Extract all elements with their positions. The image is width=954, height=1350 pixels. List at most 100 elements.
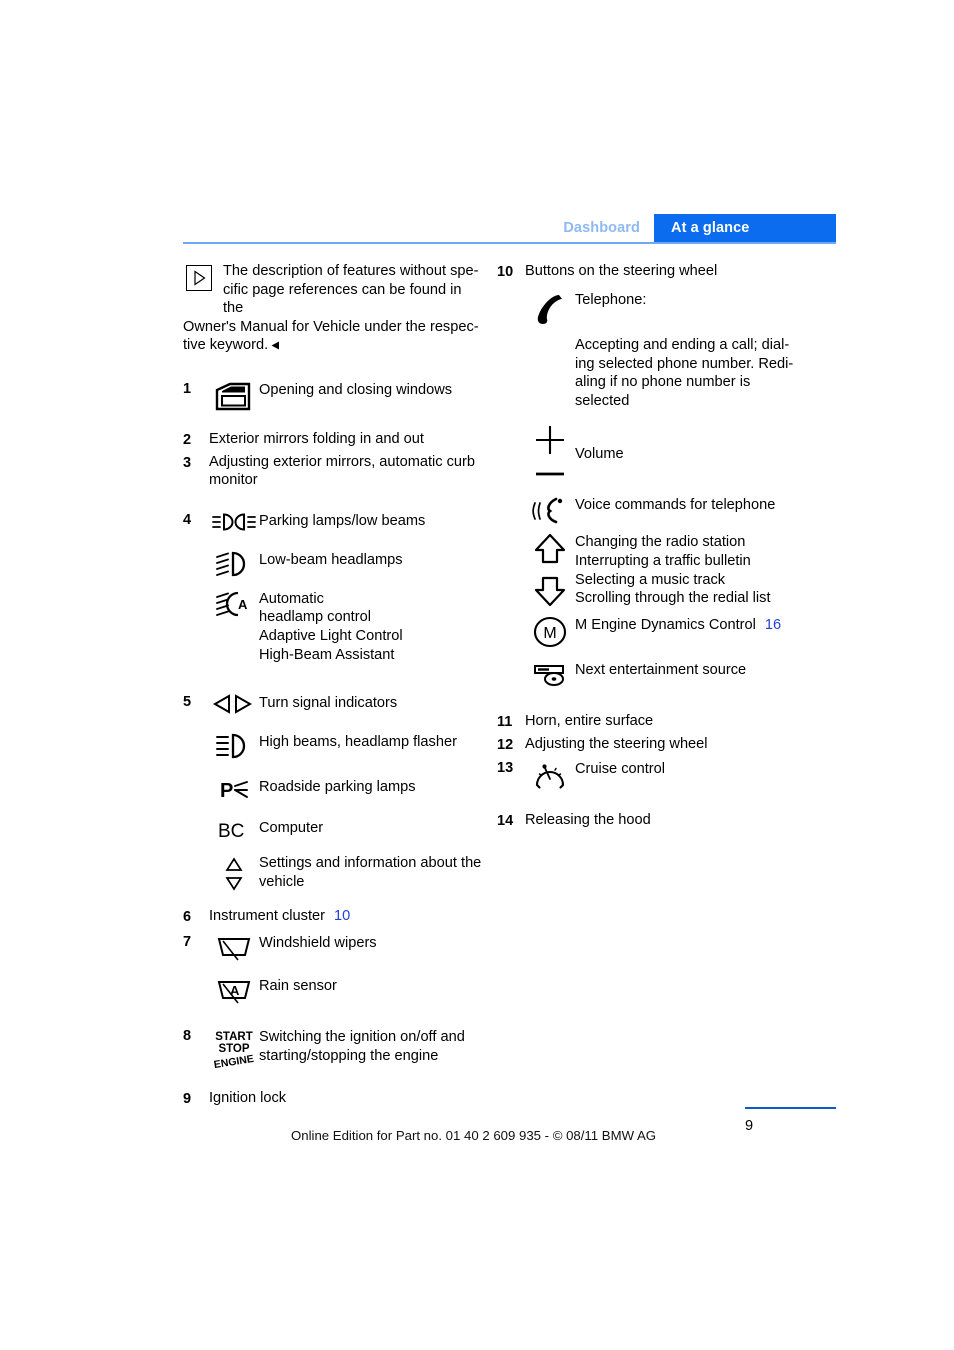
note-block: The description of features without spe-…	[183, 262, 483, 355]
sub-item-settings-info: Settings and information about the vehic…	[209, 852, 483, 893]
page-number-rule	[745, 1107, 836, 1109]
label-line-3: Selecting a music track	[575, 571, 726, 588]
sub-item-label: M Engine Dynamics Control	[575, 617, 756, 634]
item-label: Adjusting the steering wheel	[525, 736, 708, 753]
page-header: Dashboard At a glance	[183, 214, 836, 242]
page-number: 9	[745, 1118, 754, 1134]
footer-edition-text: Online Edition for Part no. 01 40 2 609 …	[291, 1128, 657, 1143]
voice-command-icon	[525, 494, 575, 525]
sub-item-label: Computer	[259, 820, 324, 837]
sub-item-label-wrap: M Engine Dynamics Control 16	[575, 614, 781, 635]
sub-item-parking-lamps: Parking lamps/low beams	[209, 510, 483, 533]
label-line-4: High-Beam Assistant	[259, 646, 395, 663]
label-line-2: vehicle	[259, 873, 305, 890]
sub-item-label: Automatic headlamp control Adaptive Ligh…	[259, 588, 403, 664]
note-marker-box	[186, 265, 212, 291]
rain-sensor-icon: A	[209, 975, 259, 1006]
sub-item-rain-sensor: A Rain sensor	[209, 975, 483, 1006]
parking-lamps-low-beams-icon	[209, 510, 259, 533]
page-reference[interactable]: 16	[765, 617, 781, 633]
left-column: The description of features without spe-…	[183, 262, 483, 1108]
sub-item-label: Changing the radio station Interrupting …	[575, 531, 771, 607]
sub-item-label: Voice commands for telephone	[575, 497, 776, 514]
up-down-triangles-icon	[209, 852, 259, 893]
label-line-2: Interrupting a traffic bulletin	[575, 552, 751, 569]
list-item-7: 7 Windshield wipers A Rain sensor	[183, 932, 483, 1006]
list-item-3: 3 Adjusting exterior mirrors, automatic …	[183, 453, 483, 490]
label-line-1: Changing the radio station	[575, 534, 746, 551]
detail-line-1: Accepting and ending a call; dial-	[575, 337, 790, 353]
svg-text:START: START	[215, 1031, 252, 1043]
breadcrumb-at-a-glance[interactable]: At a glance	[654, 214, 836, 242]
breadcrumb-dashboard[interactable]: Dashboard	[563, 214, 654, 242]
list-item-5: 5 Turn signal indicators High beams, hea…	[183, 692, 483, 893]
start-stop-engine-icon: START STOP ENGINE	[209, 1026, 259, 1069]
sub-item-label: Next entertainment source	[575, 662, 747, 679]
sub-item-label: Volume	[575, 446, 624, 463]
list-item-6: 6 Instrument cluster 10	[183, 907, 483, 926]
label-line-1: Settings and information about the	[259, 855, 482, 872]
sub-item-radio-arrows: Changing the radio station Interrupting …	[525, 531, 827, 608]
page-reference[interactable]: 10	[334, 908, 350, 924]
label-line-2: headlamp control	[259, 609, 371, 626]
label-line-3: Adaptive Light Control	[259, 627, 403, 644]
list-item-14: 14 Releasing the hood	[497, 811, 827, 830]
m-circle-icon: M	[525, 614, 575, 649]
sub-item-label: High beams, headlamp flasher	[259, 734, 457, 751]
note-line-3: Owner's Manual for Vehicle under the res…	[183, 318, 479, 335]
label-line-4: Scrolling through the redial list	[575, 590, 771, 607]
header-divider	[183, 242, 836, 244]
car-door-window-icon	[209, 379, 259, 412]
right-column: 10 Buttons on the steering wheel Telepho…	[497, 262, 827, 830]
list-item-4: 4 Parking lamps/low beams Low-beam headl…	[183, 510, 483, 664]
sub-item-telephone: Telephone:	[525, 289, 827, 330]
sub-item-computer: BC Computer	[209, 817, 483, 842]
play-triangle-icon	[194, 270, 206, 286]
item-number: 11	[497, 714, 513, 731]
list-item-9: 9 Ignition lock	[183, 1089, 483, 1108]
item-number: 5	[183, 694, 192, 711]
list-item-10: 10 Buttons on the steering wheel	[497, 262, 827, 281]
volume-plus-minus-icon	[525, 422, 575, 484]
sub-item-wipers: Windshield wipers	[209, 932, 483, 963]
item-number: 10	[497, 264, 514, 280]
svg-text:M: M	[543, 625, 556, 642]
cruise-control-gauge-icon	[525, 758, 575, 791]
sub-item-low-beam: Low-beam headlamps	[209, 549, 483, 580]
turn-signal-indicators-icon	[209, 692, 259, 715]
low-beam-headlamps-icon	[209, 549, 259, 580]
item-label-line-2: monitor	[209, 472, 258, 489]
item-number: 9	[183, 1091, 192, 1108]
sub-item-automatic-headlamp: A Automatic headlamp control Adaptive Li…	[209, 588, 483, 664]
item-label: Exterior mirrors folding in and out	[209, 430, 424, 447]
list-item-11: 11 Horn, entire surface	[497, 712, 827, 731]
item-label-line-1: Switching the ignition on/off and	[259, 1029, 465, 1046]
entertainment-source-icon	[525, 659, 575, 688]
detail-line-4: selected	[575, 392, 630, 409]
svg-text:A: A	[238, 597, 248, 612]
item-number: 1	[183, 380, 192, 397]
list-item-12: 12 Adjusting the steering wheel	[497, 735, 827, 754]
svg-text:P: P	[220, 780, 233, 802]
sub-item-label: Settings and information about the vehic…	[259, 852, 481, 891]
item-label: Adjusting exterior mirrors, automatic cu…	[209, 453, 475, 490]
sub-item-label: Rain sensor	[259, 978, 337, 995]
item-label: Cruise control	[575, 761, 666, 778]
item-number: 3	[183, 454, 192, 471]
up-down-arrows-icon	[525, 531, 575, 608]
item-number: 12	[497, 737, 514, 754]
sub-item-label: Telephone:	[575, 292, 647, 308]
item-label: Ignition lock	[209, 1090, 287, 1107]
item-label: Opening and closing windows	[259, 381, 453, 398]
sub-item-roadside-parking: P Roadside parking lamps	[209, 776, 483, 803]
item-label: Instrument cluster	[209, 908, 325, 925]
sub-item-turn-signal: Turn signal indicators	[209, 692, 483, 715]
detail-line-3: aling if no phone number is	[575, 374, 751, 391]
note-line-1: The description of features without spe-	[223, 263, 479, 279]
item-number: 7	[183, 934, 192, 951]
item-label: Switching the ignition on/off and starti…	[259, 1026, 465, 1065]
item-number: 4	[183, 511, 192, 528]
computer-bc-icon: BC	[209, 817, 259, 842]
note-line-2: cific page references can be found in th…	[223, 281, 462, 317]
list-item-1: 1 Opening and closing windows	[183, 379, 483, 412]
